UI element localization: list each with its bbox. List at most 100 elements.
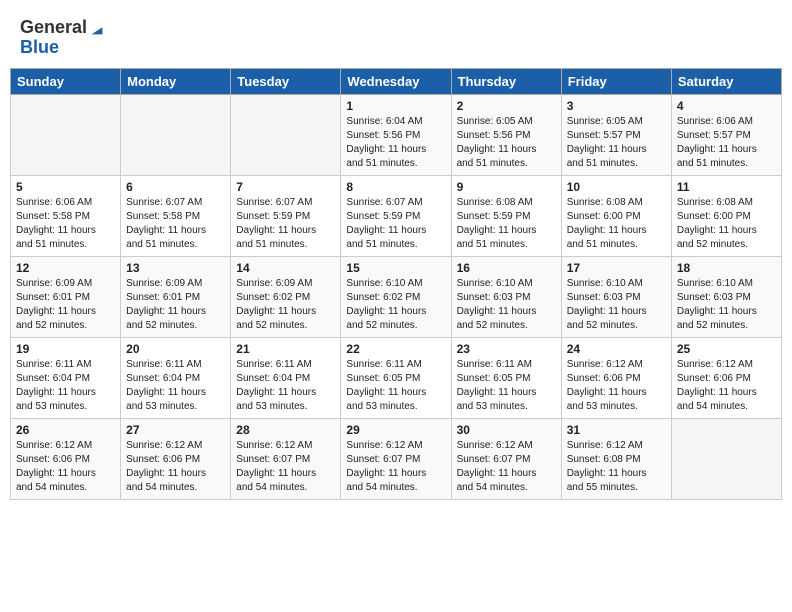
weekday-header-cell: Thursday [451, 68, 561, 94]
day-number: 8 [346, 180, 445, 194]
day-number: 20 [126, 342, 225, 356]
day-number: 9 [457, 180, 556, 194]
calendar-cell: 5Sunrise: 6:06 AMSunset: 5:58 PMDaylight… [11, 175, 121, 256]
cell-content: Sunrise: 6:05 AMSunset: 5:57 PMDaylight:… [567, 115, 666, 171]
calendar-cell: 13 Sunrise: 6:09 AMSunset: 6:01 PMDayligh… [121, 256, 231, 337]
day-number: 23 [457, 342, 556, 356]
calendar-cell: 27Sunrise: 6:12 AMSunset: 6:06 PMDayligh… [121, 418, 231, 499]
cell-content: Sunrise: 6:10 AMSunset: 6:03 PMDaylight:… [677, 277, 776, 333]
cell-content: Sunrise: 6:09 AMSunset: 6:01 PMDaylight:… [16, 277, 115, 333]
cell-content: Sunrise: 6:10 AMSunset: 6:03 PMDaylight:… [567, 277, 666, 333]
cell-content: Sunrise: 6:12 AMSunset: 6:06 PMDaylight:… [16, 439, 115, 495]
cell-content: Sunrise: 6:12 AMSunset: 6:06 PMDaylight:… [677, 358, 776, 414]
weekday-header: SundayMondayTuesdayWednesdayThursdayFrid… [11, 68, 782, 94]
calendar-cell [121, 94, 231, 175]
calendar-cell: 21Sunrise: 6:11 AMSunset: 6:04 PMDayligh… [231, 337, 341, 418]
day-number: 29 [346, 423, 445, 437]
header: General Blue [10, 10, 782, 64]
calendar-cell: 3 Sunrise: 6:05 AMSunset: 5:57 PMDaylight… [561, 94, 671, 175]
day-number: 17 [567, 261, 666, 275]
weekday-header-cell: Sunday [11, 68, 121, 94]
calendar-cell: 19Sunrise: 6:11 AMSunset: 6:04 PMDayligh… [11, 337, 121, 418]
calendar-week-row: 1Sunrise: 6:04 AMSunset: 5:56 PMDaylight… [11, 94, 782, 175]
day-number: 6 [126, 180, 225, 194]
calendar-week-row: 12 Sunrise: 6:09 AMSunset: 6:01 PMDayligh… [11, 256, 782, 337]
day-number: 1 [346, 99, 445, 113]
calendar-cell [671, 418, 781, 499]
calendar-week-row: 5Sunrise: 6:06 AMSunset: 5:58 PMDaylight… [11, 175, 782, 256]
day-number: 5 [16, 180, 115, 194]
day-number: 22 [346, 342, 445, 356]
day-number: 2 [457, 99, 556, 113]
day-number: 25 [677, 342, 776, 356]
calendar-cell: 9 Sunrise: 6:08 AMSunset: 5:59 PMDaylight… [451, 175, 561, 256]
cell-content: Sunrise: 6:10 AMSunset: 6:03 PMDaylight:… [457, 277, 556, 333]
calendar-cell: 30Sunrise: 6:12 AMSunset: 6:07 PMDayligh… [451, 418, 561, 499]
cell-content: Sunrise: 6:10 AMSunset: 6:02 PMDaylight:… [346, 277, 445, 333]
day-number: 19 [16, 342, 115, 356]
day-number: 28 [236, 423, 335, 437]
calendar-cell: 16 Sunrise: 6:10 AMSunset: 6:03 PMDayligh… [451, 256, 561, 337]
calendar-cell: 23Sunrise: 6:11 AMSunset: 6:05 PMDayligh… [451, 337, 561, 418]
day-number: 26 [16, 423, 115, 437]
day-number: 15 [346, 261, 445, 275]
calendar-cell: 17 Sunrise: 6:10 AMSunset: 6:03 PMDayligh… [561, 256, 671, 337]
weekday-header-cell: Wednesday [341, 68, 451, 94]
cell-content: Sunrise: 6:11 AMSunset: 6:05 PMDaylight:… [346, 358, 445, 414]
calendar-cell: 12 Sunrise: 6:09 AMSunset: 6:01 PMDayligh… [11, 256, 121, 337]
calendar-cell: 31 Sunrise: 6:12 AMSunset: 6:08 PMDayligh… [561, 418, 671, 499]
calendar-cell: 1Sunrise: 6:04 AMSunset: 5:56 PMDaylight… [341, 94, 451, 175]
calendar-week-row: 26 Sunrise: 6:12 AMSunset: 6:06 PMDayligh… [11, 418, 782, 499]
cell-content: Sunrise: 6:12 AMSunset: 6:06 PMDaylight:… [567, 358, 666, 414]
calendar-cell: 25 Sunrise: 6:12 AMSunset: 6:06 PMDayligh… [671, 337, 781, 418]
cell-content: Sunrise: 6:08 AMSunset: 5:59 PMDaylight:… [457, 196, 556, 252]
day-number: 3 [567, 99, 666, 113]
calendar-cell: 22 Sunrise: 6:11 AMSunset: 6:05 PMDayligh… [341, 337, 451, 418]
weekday-header-cell: Monday [121, 68, 231, 94]
cell-content: Sunrise: 6:12 AMSunset: 6:07 PMDaylight:… [457, 439, 556, 495]
day-number: 16 [457, 261, 556, 275]
calendar-cell: 7 Sunrise: 6:07 AMSunset: 5:59 PMDaylight… [231, 175, 341, 256]
calendar-cell: 18 Sunrise: 6:10 AMSunset: 6:03 PMDayligh… [671, 256, 781, 337]
logo-blue-text: Blue [20, 37, 59, 57]
calendar-cell: 11Sunrise: 6:08 AMSunset: 6:00 PMDayligh… [671, 175, 781, 256]
cell-content: Sunrise: 6:07 AMSunset: 5:59 PMDaylight:… [236, 196, 335, 252]
calendar-week-row: 19 Sunrise: 6:11 AMSunset: 6:04 PMDayligh… [11, 337, 782, 418]
day-number: 31 [567, 423, 666, 437]
cell-content: Sunrise: 6:11 AMSunset: 6:04 PMDaylight:… [126, 358, 225, 414]
cell-content: Sunrise: 6:12 AMSunset: 6:07 PMDaylight:… [236, 439, 335, 495]
cell-content: Sunrise: 6:06 AMSunset: 5:57 PMDaylight:… [677, 115, 776, 171]
logo-general-text: General [20, 17, 87, 37]
day-number: 12 [16, 261, 115, 275]
logo-triangle-icon [88, 20, 106, 38]
calendar-cell: 28 Sunrise: 6:12 AMSunset: 6:07 PMDayligh… [231, 418, 341, 499]
calendar-cell: 10Sunrise: 6:08 AMSunset: 6:00 PMDayligh… [561, 175, 671, 256]
day-number: 21 [236, 342, 335, 356]
cell-content: Sunrise: 6:08 AMSunset: 6:00 PMDaylight:… [677, 196, 776, 252]
weekday-header-cell: Saturday [671, 68, 781, 94]
cell-content: Sunrise: 6:09 AMSunset: 6:02 PMDaylight:… [236, 277, 335, 333]
cell-content: Sunrise: 6:12 AMSunset: 6:08 PMDaylight:… [567, 439, 666, 495]
logo-text: General Blue [20, 18, 107, 58]
calendar-cell: 4 Sunrise: 6:06 AMSunset: 5:57 PMDaylight… [671, 94, 781, 175]
calendar-cell: 29 Sunrise: 6:12 AMSunset: 6:07 PMDayligh… [341, 418, 451, 499]
day-number: 18 [677, 261, 776, 275]
calendar-cell: 14Sunrise: 6:09 AMSunset: 6:02 PMDayligh… [231, 256, 341, 337]
day-number: 4 [677, 99, 776, 113]
cell-content: Sunrise: 6:08 AMSunset: 6:00 PMDaylight:… [567, 196, 666, 252]
weekday-header-cell: Tuesday [231, 68, 341, 94]
cell-content: Sunrise: 6:05 AMSunset: 5:56 PMDaylight:… [457, 115, 556, 171]
calendar-body: 1Sunrise: 6:04 AMSunset: 5:56 PMDaylight… [11, 94, 782, 499]
calendar-cell [11, 94, 121, 175]
logo: General Blue [20, 18, 107, 58]
calendar-cell: 20 Sunrise: 6:11 AMSunset: 6:04 PMDayligh… [121, 337, 231, 418]
calendar-cell: 26 Sunrise: 6:12 AMSunset: 6:06 PMDayligh… [11, 418, 121, 499]
calendar-cell: 6Sunrise: 6:07 AMSunset: 5:58 PMDaylight… [121, 175, 231, 256]
day-number: 7 [236, 180, 335, 194]
cell-content: Sunrise: 6:07 AMSunset: 5:59 PMDaylight:… [346, 196, 445, 252]
cell-content: Sunrise: 6:12 AMSunset: 6:07 PMDaylight:… [346, 439, 445, 495]
cell-content: Sunrise: 6:09 AMSunset: 6:01 PMDaylight:… [126, 277, 225, 333]
day-number: 24 [567, 342, 666, 356]
calendar-table: SundayMondayTuesdayWednesdayThursdayFrid… [10, 68, 782, 500]
day-number: 13 [126, 261, 225, 275]
